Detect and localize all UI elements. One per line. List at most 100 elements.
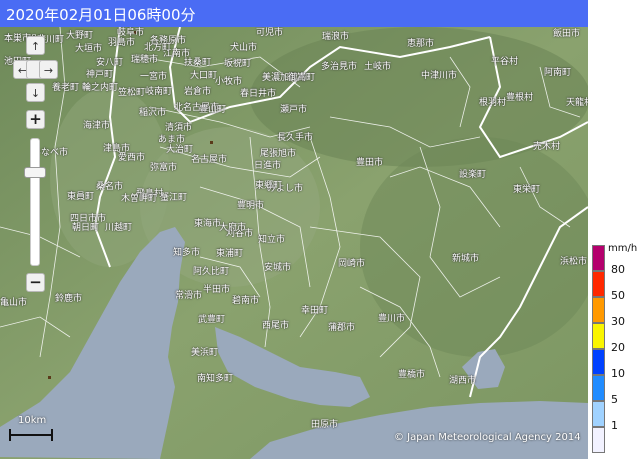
legend-label: 10	[611, 367, 625, 380]
legend-swatch	[592, 297, 605, 323]
city-label: 多治見市	[321, 62, 358, 72]
city-label: 稲沢市	[139, 108, 167, 118]
zoom-in-button[interactable]: +	[26, 110, 45, 129]
city-label: 清須市	[165, 123, 193, 133]
city-label: 半田市	[203, 285, 231, 295]
city-label: 扶桑町	[184, 58, 212, 68]
city-label: 愛西市	[118, 153, 146, 163]
city-label: 美浜町	[191, 348, 219, 358]
city-label: 東員町	[67, 192, 95, 202]
city-label: 南知多町	[197, 374, 234, 384]
city-label: 東栄町	[513, 185, 541, 195]
legend-swatch	[592, 323, 605, 349]
city-label: 一宮市	[140, 72, 168, 82]
legend-swatch	[592, 401, 605, 427]
legend-label: 1	[611, 419, 618, 432]
city-label: 神戸町	[86, 70, 114, 80]
city-label: 大治町	[166, 145, 194, 155]
legend-swatch	[592, 427, 605, 453]
city-label: 春日井市	[240, 89, 277, 99]
zoom-slider-handle[interactable]	[24, 167, 46, 178]
pan-right-button[interactable]: →	[39, 60, 58, 79]
city-label: 東郷町	[255, 181, 283, 191]
zoom-slider-track[interactable]	[30, 138, 40, 266]
city-label: 朝日町	[72, 223, 100, 233]
city-label: 知立市	[258, 235, 286, 245]
city-label: 亀山市	[0, 298, 28, 308]
city-label: 北方町	[144, 43, 172, 53]
city-label: 蒲郡市	[328, 323, 356, 333]
city-label: 碧南市	[232, 296, 260, 306]
city-label: 武豊町	[198, 315, 226, 325]
legend-swatch	[592, 375, 605, 401]
city-label: 桑名市	[96, 182, 124, 192]
legend-label: 50	[611, 289, 625, 302]
legend-label: 5	[611, 393, 618, 406]
city-label: 湖西市	[449, 376, 477, 386]
city-label: 木曽岬町	[121, 194, 158, 204]
city-label: 平谷村	[491, 57, 519, 67]
city-label: 可児市	[256, 28, 284, 38]
marker	[48, 376, 51, 379]
city-label: 安城市	[264, 263, 292, 273]
precipitation-legend: mm/h 80 50 30 20 10 5 1	[590, 243, 640, 459]
city-label: 川越町	[105, 223, 133, 233]
city-label: 浜松市	[560, 257, 588, 267]
city-label: 鈴鹿市	[55, 294, 83, 304]
city-label: 養老町	[52, 83, 80, 93]
legend-label: 80	[611, 263, 625, 276]
city-label: 岐南町	[145, 87, 173, 97]
radar-map[interactable]: 一宮市 犬山市 春日井市 尾張旭市 瀬戸市 豊田市 岡崎市 名古屋市 豊橋市 豊…	[0, 27, 588, 459]
city-label: 飯田市	[553, 29, 581, 39]
city-label: 東海市	[194, 219, 222, 229]
city-label: 豊根村	[506, 93, 534, 103]
city-label: 御嵩町	[288, 73, 316, 83]
city-label: 阿南町	[544, 68, 572, 78]
city-label: 岐阜市	[117, 28, 145, 38]
city-label: 西尾市	[262, 321, 290, 331]
city-label: あま市	[158, 135, 186, 145]
city-label: 瑞穂市	[131, 55, 159, 65]
city-label: 輪之内町	[82, 83, 119, 93]
city-label: 新城市	[452, 254, 480, 264]
city-label: 豊田市	[356, 158, 384, 168]
city-label: 笠松町	[118, 88, 146, 98]
city-label: 恵那市	[407, 39, 435, 49]
city-label: 安八町	[96, 58, 124, 68]
marker	[210, 141, 213, 144]
city-label: 常滑市	[175, 291, 203, 301]
zoom-out-button[interactable]: −	[26, 273, 45, 292]
copyright-text: © Japan Meteorological Agency 2014	[394, 432, 581, 443]
pan-down-button[interactable]: ↓	[26, 83, 45, 102]
city-label: 大垣市	[75, 44, 103, 54]
legend-swatch	[592, 349, 605, 375]
city-label: 天龍村	[566, 98, 588, 108]
city-label: 小牧市	[215, 77, 243, 87]
city-label: 根羽村	[479, 98, 507, 108]
city-label: 東浦町	[216, 249, 244, 259]
city-label: 田原市	[311, 420, 339, 430]
city-label: 羽島市	[108, 38, 136, 48]
legend-label: 20	[611, 341, 625, 354]
city-label: 売木村	[533, 142, 561, 152]
city-label: 海津市	[83, 121, 111, 131]
city-label: 土岐市	[364, 62, 392, 72]
city-label: 犬山市	[230, 43, 258, 53]
legend-swatch	[592, 271, 605, 297]
city-label: 豊明市	[237, 201, 265, 211]
title-bar: 2020年02月01日06時00分	[0, 0, 588, 27]
city-label: 名古屋市	[191, 155, 228, 165]
pan-up-button[interactable]: ↑	[26, 36, 45, 55]
city-label: 阿久比町	[193, 267, 230, 277]
city-label: 弥富市	[150, 163, 178, 173]
legend-swatch	[592, 245, 605, 271]
city-label: 豊川市	[378, 314, 406, 324]
city-label: 岩倉市	[184, 87, 212, 97]
city-label: 尾張旭市	[260, 149, 297, 159]
city-label: 瀬戸市	[280, 105, 308, 115]
city-label: 坂祝町	[224, 59, 252, 69]
city-label: 中津川市	[421, 71, 458, 81]
scale-label: 10km	[18, 415, 47, 426]
city-label: 豊山町	[199, 105, 227, 115]
city-label: 豊橋市	[398, 370, 426, 380]
